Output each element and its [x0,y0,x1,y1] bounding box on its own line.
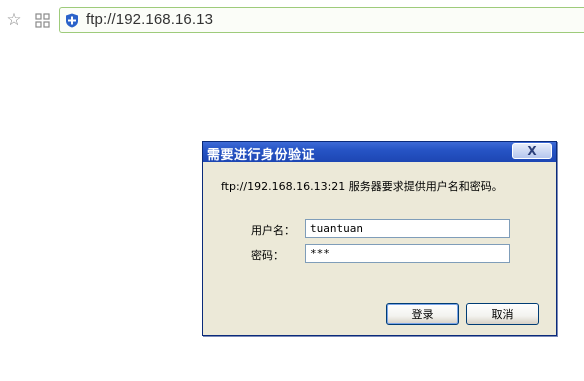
password-field[interactable] [305,244,510,263]
star-icon[interactable]: ☆ [4,10,24,30]
browser-toolbar: ☆ ftp://192.168.16.13 [0,0,584,41]
username-field[interactable] [305,219,510,238]
shield-icon [66,13,78,28]
dialog-message: ftp://192.168.16.13:21 服务器要求提供用户名和密码。 [221,180,503,193]
dialog-titlebar[interactable]: 需要进行身份验证 X [203,142,556,163]
apps-grid-icon[interactable] [32,10,52,30]
cancel-button[interactable]: 取消 [466,303,539,325]
address-bar[interactable]: ftp://192.168.16.13 [59,7,584,33]
password-label: 密码： [251,249,284,262]
address-url[interactable]: ftp://192.168.16.13 [86,11,213,28]
close-icon: X [527,144,537,158]
username-label: 用户名： [251,224,295,237]
auth-dialog: 需要进行身份验证 X ftp://192.168.16.13:21 服务器要求提… [202,141,557,336]
login-button[interactable]: 登录 [386,303,459,325]
dialog-title: 需要进行身份验证 [207,148,316,163]
close-button[interactable]: X [512,143,552,159]
